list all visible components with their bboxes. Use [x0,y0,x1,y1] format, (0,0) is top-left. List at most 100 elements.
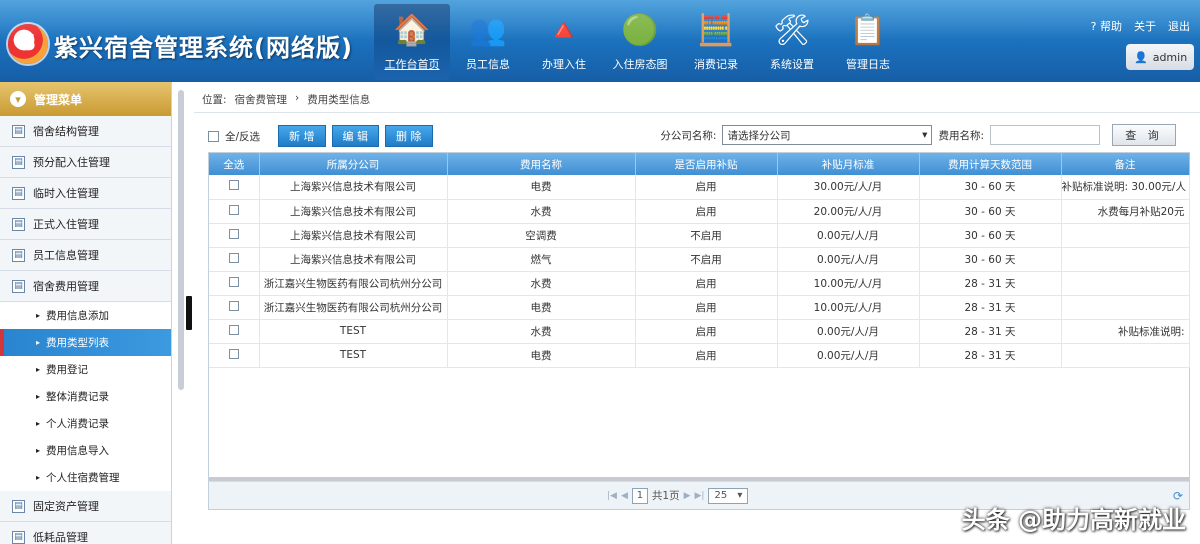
table-cell: 0.00元/人/月 [777,319,920,344]
column-header: 补贴月标准 [777,153,920,175]
fee-name-input[interactable] [990,125,1100,145]
table-row[interactable]: 上海紫兴信息技术有限公司 水费 启用 20.00元/人/月 30 - 60 天水费每月补… [209,199,1190,224]
tools-icon: 🛠 [772,13,812,48]
last-page-icon[interactable]: ▶| [695,491,705,501]
nav-item[interactable]: 🟢 入住房态图 [602,4,678,80]
nav-item[interactable]: 📋 管理日志 [830,4,906,80]
sidebar: ▾ 管理菜单 ▤ 宿舍结构管理 ▤ 预分配入住管理 ▤ 临时入住管理 ▤ 正式入住管理 ▤ 员工信… [0,82,172,544]
select-all-label: 全/反选 [225,130,261,143]
row-checkbox[interactable] [228,300,239,311]
table-cell: 30.00元/人/月 [777,175,920,200]
breadcrumb-separator: › [295,92,300,104]
bullet-icon: ▸ [36,419,41,428]
prev-page-icon[interactable]: ◀ [621,491,628,501]
sidebar-subitem[interactable]: ▸ 费用信息添加 [0,302,171,329]
table-cell: 上海紫兴信息技术有限公司 [259,247,448,272]
row-checkbox[interactable] [228,276,239,287]
edit-button[interactable]: 编 辑 [331,125,380,147]
row-checkbox[interactable] [228,228,239,239]
row-checkbox-cell [209,175,260,200]
folder-icon: ▤ [12,248,25,262]
sidebar-subitem[interactable]: ▸ 个人住宿费管理 [0,464,171,491]
sidebar-item[interactable]: ▤ 员工信息管理 [0,240,171,271]
table-row[interactable]: TEST 水费 启用 0.00元/人/月 28 - 31 天补贴标准说明: [209,319,1190,344]
company-label: 分公司名称: [660,129,717,142]
table-row[interactable]: TEST 电费 启用 0.00元/人/月 28 - 31 天 [209,343,1190,368]
about-link[interactable]: 关于 [1134,18,1156,34]
table-row[interactable]: 浙江嘉兴生物医药有限公司杭州分公司 电费 启用 10.00元/人/月 28 - 31 天 [209,295,1190,320]
user-menu[interactable]: 👤 admin [1126,44,1194,70]
delete-button[interactable]: 删 除 [385,125,433,147]
table-row[interactable]: 上海紫兴信息技术有限公司 燃气 不启用 0.00元/人/月 30 - 60 天 [209,247,1190,272]
sidebar-scrollbar[interactable] [178,90,184,390]
table-cell: 启用 [635,271,778,296]
row-checkbox[interactable] [228,324,239,335]
sidebar-subitem[interactable]: ▸ 费用登记 [0,356,171,383]
table-row[interactable]: 上海紫兴信息技术有限公司 电费 启用 30.00元/人/月 30 - 60 天补贴标准说… [209,175,1190,200]
select-all-checkbox[interactable] [208,130,219,142]
folder-icon: ▤ [12,124,25,138]
checkin-icon: 🔺 [545,13,583,48]
table-cell: 28 - 31 天 [919,343,1062,368]
menu-icon: ▾ [10,91,26,107]
company-select[interactable]: 请选择分公司 ▾ [722,125,933,145]
table-cell [1061,295,1190,320]
table-row[interactable]: 浙江嘉兴生物医药有限公司杭州分公司 水费 启用 10.00元/人/月 28 - 31 天 [209,271,1190,296]
breadcrumb-item[interactable]: 宿舍费管理 [235,92,288,107]
nav-item[interactable]: 👥 员工信息 [450,4,526,80]
first-page-icon[interactable]: |◀ [607,491,617,501]
sidebar-item[interactable]: ▤ 预分配入住管理 [0,147,171,178]
page-size-select[interactable]: 25 ▾ [708,487,749,504]
sidebar-item[interactable]: ▤ 正式入住管理 [0,209,171,240]
table-cell [1061,223,1190,248]
column-header: 费用名称 [447,153,636,175]
sidebar-collapse-handle[interactable] [186,296,192,330]
sidebar-item[interactable]: ▤ 宿舍费用管理 [0,271,171,302]
main-nav: 🏠 工作台首页 👥 员工信息 🔺 办理入住 🟢 入住房态图 🧮 消费记录 🛠 系统设置 📋 管理日志 [374,4,906,80]
app-title: 紫兴宿舍管理系统(网络版) [54,34,353,62]
sidebar-item-label: 低耗品管理 [33,531,88,544]
table-cell [1061,271,1190,296]
query-button[interactable]: 查 询 [1112,124,1176,146]
help-link[interactable]: ? 帮助 [1091,18,1122,34]
row-checkbox-cell [209,295,260,320]
chevron-down-icon: ▾ [922,129,928,141]
row-checkbox[interactable] [228,252,239,263]
folder-icon: ▤ [12,155,25,169]
page-number-input[interactable]: 1 [631,487,648,504]
sidebar-header[interactable]: ▾ 管理菜单 [0,82,171,116]
next-page-icon[interactable]: ▶ [684,491,691,501]
add-button[interactable]: 新 增 [278,125,326,147]
column-header[interactable]: 全选 [209,153,260,175]
sidebar-subitem[interactable]: ▸ 费用类型列表 [0,329,171,356]
bullet-icon: ▸ [36,473,41,482]
sidebar-item[interactable]: ▤ 临时入住管理 [0,178,171,209]
nav-item[interactable]: 🧮 消费记录 [678,4,754,80]
sidebar-item[interactable]: ▤ 固定资产管理 [0,491,171,522]
sidebar-item[interactable]: ▤ 低耗品管理 [0,522,171,544]
sidebar-item[interactable]: ▤ 宿舍结构管理 [0,116,171,147]
top-links: ? 帮助 关于 退出 [1091,18,1190,34]
page-size-value: 25 [714,490,728,501]
logout-link[interactable]: 退出 [1168,18,1190,34]
row-checkbox[interactable] [228,180,239,191]
table-cell: 30 - 60 天 [919,223,1062,248]
table-row[interactable]: 上海紫兴信息技术有限公司 空调费 不启用 0.00元/人/月 30 - 60 天 [209,223,1190,248]
row-checkbox-cell [209,223,260,248]
row-checkbox[interactable] [228,204,239,215]
table-cell: 浙江嘉兴生物医药有限公司杭州分公司 [259,271,448,296]
nav-item[interactable]: 🔺 办理入住 [526,4,602,80]
row-checkbox[interactable] [228,348,239,359]
sidebar-subitem-label: 个人消费记录 [46,418,110,430]
sidebar-subitem[interactable]: ▸ 个人消费记录 [0,410,171,437]
table-cell: 28 - 31 天 [919,271,1062,296]
table-cell: 28 - 31 天 [919,319,1062,344]
nav-item-label: 办理入住 [542,58,586,71]
sidebar-subitem[interactable]: ▸ 费用信息导入 [0,437,171,464]
nav-item[interactable]: 🏠 工作台首页 [374,4,450,80]
column-header: 是否启用补贴 [635,153,778,175]
sidebar-item-label: 员工信息管理 [33,249,99,262]
nav-item[interactable]: 🛠 系统设置 [754,4,830,80]
main-content: 位置: 宿舍费管理 › 费用类型信息 全/反选 新 增 编 辑 删 除 分公司名… [194,82,1200,544]
sidebar-subitem[interactable]: ▸ 整体消费记录 [0,383,171,410]
